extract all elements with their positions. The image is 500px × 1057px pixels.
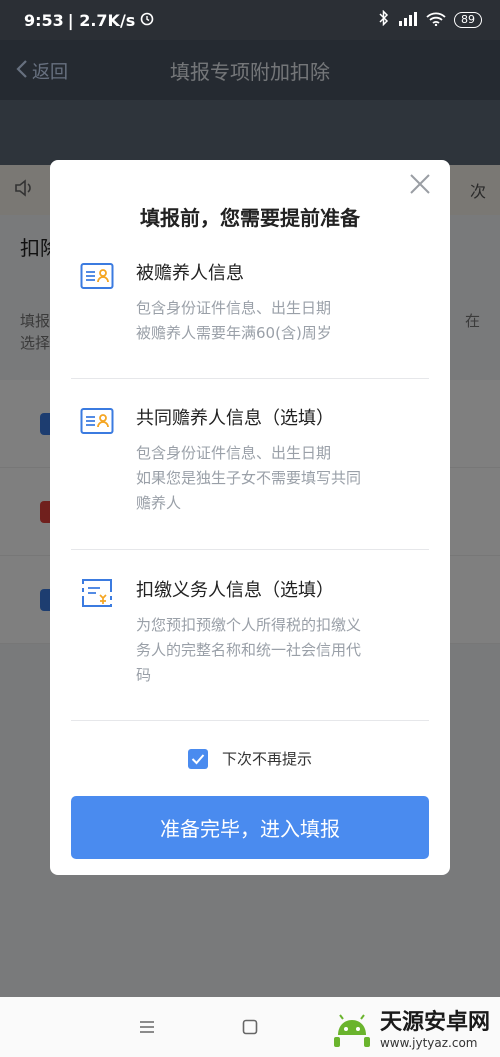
dont-show-again-row: 下次不再提示 xyxy=(50,748,450,769)
close-icon xyxy=(410,174,430,194)
status-bar: 9:53 | 2.7K/s 89 xyxy=(0,0,500,40)
item-desc-line: 赡养人 xyxy=(136,494,182,512)
prep-item-co-supporter: 共同赡养人信息（选填） 包含身份证件信息、出生日期 如果您是独生子女不需要填写共… xyxy=(71,406,429,516)
item-description: 包含身份证件信息、出生日期 被赡养人需要年满60(含)周岁 xyxy=(136,296,396,346)
invoice-icon xyxy=(80,578,114,608)
id-card-icon xyxy=(80,406,114,436)
item-body: 被赡养人信息 包含身份证件信息、出生日期 被赡养人需要年满60(含)周岁 xyxy=(136,261,429,346)
item-description: 为您预扣预缴个人所得税的扣缴义 务人的完整名称和统一社会信用代 码 xyxy=(136,613,396,688)
prepare-dialog: 填报前，您需要提前准备 被赡养人信息 包含身份证件信息、出生日期 被赡养人需要年… xyxy=(50,160,450,875)
watermark: 天源安卓网 www.jytyaz.com xyxy=(330,1004,490,1050)
menu-icon xyxy=(140,1021,154,1033)
divider xyxy=(71,378,429,379)
item-title: 被赡养人信息 xyxy=(136,263,244,284)
dont-show-again-checkbox[interactable] xyxy=(187,748,208,769)
prep-item-dependent: 被赡养人信息 包含身份证件信息、出生日期 被赡养人需要年满60(含)周岁 xyxy=(71,261,429,346)
watermark-name: 天源安卓网 xyxy=(379,1010,490,1035)
signal-icon xyxy=(398,11,418,30)
item-body: 扣缴义务人信息（选填） 为您预扣预缴个人所得税的扣缴义 务人的完整名称和统一社会… xyxy=(136,578,429,688)
watermark-text: 天源安卓网 www.jytyaz.com xyxy=(380,1004,490,1050)
item-desc-line: 为您预扣预缴个人所得税的扣缴义 xyxy=(136,616,362,634)
status-left: 9:53 | 2.7K/s xyxy=(24,10,155,30)
home-square-icon xyxy=(242,1019,258,1035)
close-button[interactable] xyxy=(408,172,432,196)
battery-indicator: 89 xyxy=(454,12,482,28)
item-desc-line: 包含身份证件信息、出生日期 xyxy=(136,444,332,462)
status-right: 89 xyxy=(378,9,482,30)
prep-item-withholding-agent: 扣缴义务人信息（选填） 为您预扣预缴个人所得税的扣缴义 务人的完整名称和统一社会… xyxy=(71,578,429,688)
confirm-button[interactable]: 准备完毕，进入填报 xyxy=(71,796,429,859)
item-desc-line: 如果您是独生子女不需要填写共同 xyxy=(136,469,362,487)
watermark-url: www.jytyaz.com xyxy=(379,1036,478,1050)
dialog-title: 填报前，您需要提前准备 xyxy=(140,206,360,230)
divider xyxy=(71,549,429,550)
divider xyxy=(71,720,429,721)
home-button[interactable] xyxy=(238,1015,262,1039)
status-time: 9:53 xyxy=(24,10,64,30)
item-description: 包含身份证件信息、出生日期 如果您是独生子女不需要填写共同 赡养人 xyxy=(136,441,396,516)
android-logo-icon xyxy=(333,1014,370,1047)
wifi-icon xyxy=(426,11,446,30)
item-body: 共同赡养人信息（选填） 包含身份证件信息、出生日期 如果您是独生子女不需要填写共… xyxy=(136,406,429,516)
item-desc-line: 包含身份证件信息、出生日期 xyxy=(136,299,332,317)
item-title: 扣缴义务人信息（选填） xyxy=(136,580,334,601)
item-desc-line: 被赡养人需要年满60(含)周岁 xyxy=(136,324,332,342)
item-title: 共同赡养人信息（选填） xyxy=(136,408,334,429)
network-speed: | 2.7K/s xyxy=(67,10,136,30)
item-desc-line: 务人的完整名称和统一社会信用代 xyxy=(136,641,362,659)
bluetooth-icon xyxy=(378,9,390,30)
checkbox-label[interactable]: 下次不再提示 xyxy=(222,748,312,769)
id-card-icon xyxy=(80,261,114,291)
check-icon xyxy=(191,753,205,764)
alarm-icon xyxy=(139,10,155,30)
item-desc-line: 码 xyxy=(136,666,152,684)
menu-button[interactable] xyxy=(135,1015,159,1039)
